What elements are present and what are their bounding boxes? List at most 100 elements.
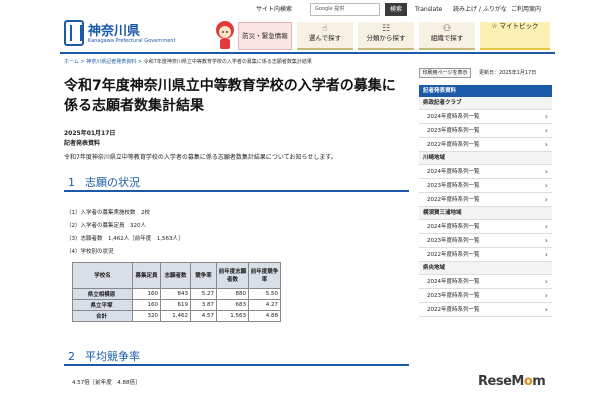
- sidebar: 記者発表資料 県政記者クラブ 2024年度時系列一覧 2023年度時系列一覧 2…: [419, 82, 552, 317]
- sidebar-link[interactable]: 2024年度時系列一覧: [419, 220, 552, 234]
- table-cell: 4.57: [190, 310, 217, 322]
- site-search-label: サイト内検索: [256, 6, 293, 13]
- table-cell: 4.88: [248, 310, 281, 322]
- section-heading-applications: 1 志願の状況: [64, 176, 409, 192]
- nav-label: 組織で探す: [430, 34, 464, 42]
- table-cell: 320: [132, 310, 161, 322]
- sidebar-link[interactable]: 2023年度時系列一覧: [419, 124, 552, 138]
- search-button[interactable]: 検索: [385, 3, 407, 16]
- section-title: 志願の状況: [85, 176, 140, 189]
- table-cell: 5.50: [248, 288, 281, 300]
- sidebar-link[interactable]: 2022年度時系列一覧: [419, 303, 552, 317]
- column-header: 前年度志願者数: [216, 262, 249, 289]
- watermark-o: o: [523, 374, 533, 389]
- sidebar-link[interactable]: 2023年度時系列一覧: [419, 179, 552, 193]
- print-page-button[interactable]: 印刷用ページを表示: [419, 68, 471, 78]
- sidebar-link[interactable]: 2022年度時系列一覧: [419, 138, 552, 152]
- nav-disaster-info[interactable]: 防災・緊急情報: [238, 22, 292, 50]
- howto-link[interactable]: ご利用案内: [511, 4, 541, 16]
- sidebar-link[interactable]: 2023年度時系列一覧: [419, 289, 552, 303]
- column-header: 競争率: [190, 262, 217, 289]
- prefecture-emblem-icon: [64, 20, 84, 46]
- table-cell: 683: [216, 299, 249, 311]
- sidebar-link[interactable]: 2022年度時系列一覧: [419, 193, 552, 207]
- nav-label: 防災・緊急情報: [242, 32, 288, 40]
- column-header: 募集定員: [132, 262, 161, 289]
- sidebar-link[interactable]: 2024年度時系列一覧: [419, 275, 552, 289]
- site-header: 神奈川県 Kanagawa Prefectural Government サイト…: [60, 0, 555, 52]
- table-row-total: 合計 320 1,462 4.57 1,563 4.88: [72, 310, 281, 322]
- logo-text: 神奈川県: [88, 24, 141, 39]
- article-category: 記者発表資料: [64, 140, 101, 147]
- table-cell: 5.27: [190, 288, 217, 300]
- table-cell: 160: [132, 299, 161, 311]
- category-tree-icon: ☷: [381, 24, 391, 34]
- table-cell: 4.27: [248, 299, 281, 311]
- publish-date: 2025年01月17日: [64, 130, 116, 137]
- nav-label: マイトピック: [499, 22, 539, 30]
- logo-subtext: Kanagawa Prefectural Government: [88, 38, 176, 44]
- breadcrumb-current: 令和7年度神奈川県立中等教育学校の入学者の募集に係る志願者数集計結果: [143, 59, 312, 65]
- resemom-watermark: ReseMom: [478, 374, 546, 389]
- list-item: （1）入学者の募集実施校数 2校: [66, 210, 150, 216]
- translate-link[interactable]: Translate: [415, 4, 442, 16]
- sidebar-group-title: 県政記者クラブ: [419, 97, 552, 110]
- search-input[interactable]: Google 提供: [310, 3, 380, 16]
- total-label: 合計: [72, 310, 133, 322]
- page: 神奈川県 Kanagawa Prefectural Government サイト…: [60, 0, 555, 400]
- sidebar-group-title: 県央地域: [419, 262, 552, 275]
- mascot-icon: [216, 21, 234, 49]
- section-heading-average: 2 平均競争率: [64, 350, 409, 366]
- breadcrumb: ホーム > 神奈川県記者発表資料 > 令和7年度神奈川県立中等教育学校の入学者の…: [64, 58, 312, 65]
- results-table: 学校名 募集定員 志願者数 競争率 前年度志願者数 前年度競争率 県立相模原 1…: [72, 262, 281, 322]
- nav-label: 分類から探す: [366, 34, 406, 42]
- nav-label: 選んで探す: [308, 34, 342, 42]
- sidebar-group-title: 川崎地域: [419, 152, 552, 165]
- nav-choose[interactable]: ☝ 選んで探す: [297, 22, 353, 50]
- table-cell: 3.87: [190, 299, 217, 311]
- breadcrumb-separator: >: [137, 59, 143, 65]
- table-cell: 843: [160, 288, 191, 300]
- school-name: 県立平塚: [72, 299, 133, 311]
- lead-text: 令和7年度神奈川県立中等教育学校の入学者の募集に係る志願者数集計結果についてお知…: [64, 154, 337, 161]
- table-cell: 160: [132, 288, 161, 300]
- header-divider: [60, 52, 555, 54]
- sidebar-heading: 記者発表資料: [419, 85, 552, 97]
- column-header: 志願者数: [160, 262, 191, 289]
- list-item: （4）学校別の状況: [66, 249, 114, 255]
- furigana-link[interactable]: 読み上げ / ふりがな: [453, 4, 507, 16]
- table-row: 県立相模原 160 843 5.27 880 5.50: [72, 288, 281, 300]
- hand-pointer-icon: ☝: [322, 24, 328, 34]
- breadcrumb-separator: >: [80, 59, 85, 65]
- average-competition-text: 4.57倍［前年度 4.88倍］: [72, 380, 141, 386]
- section-title: 平均競争率: [85, 350, 140, 363]
- sidebar-link[interactable]: 2022年度時系列一覧: [419, 248, 552, 262]
- site-logo[interactable]: 神奈川県 Kanagawa Prefectural Government: [64, 20, 194, 48]
- sidebar-group-title: 横須賀三浦地域: [419, 207, 552, 220]
- watermark-text-end: m: [532, 374, 546, 389]
- sidebar-link[interactable]: 2024年度時系列一覧: [419, 165, 552, 179]
- nav-category[interactable]: ☷ 分類から探す: [358, 22, 414, 50]
- updated-date: 更新日：2025年1月17日: [479, 70, 537, 76]
- table-cell: 1,462: [160, 310, 191, 322]
- org-chart-icon: ⚇: [442, 24, 452, 34]
- column-header: 学校名: [72, 262, 133, 289]
- table-cell: 619: [160, 299, 191, 311]
- table-header-row: 学校名 募集定員 志願者数 競争率 前年度志願者数 前年度競争率: [72, 262, 281, 289]
- table-row: 県立平塚 160 619 3.87 683 4.27: [72, 299, 281, 311]
- sidebar-link[interactable]: 2023年度時系列一覧: [419, 234, 552, 248]
- sidebar-link[interactable]: 2024年度時系列一覧: [419, 110, 552, 124]
- list-item: （3）志願者数 1,462人［前年度 1,563人］: [66, 236, 184, 242]
- list-item: （2）入学者の募集定員 320人: [66, 223, 146, 229]
- section-number: 2: [68, 350, 75, 363]
- nav-organization[interactable]: ⚇ 組織で探す: [419, 22, 475, 50]
- my-topic-icon: ☆: [491, 22, 498, 30]
- table-cell: 1,563: [216, 310, 249, 322]
- breadcrumb-parent[interactable]: 神奈川県記者発表資料: [86, 59, 136, 65]
- breadcrumb-home[interactable]: ホーム: [64, 59, 79, 65]
- page-title: 令和7年度神奈川県立中等教育学校の入学者の募集に係る志願者数集計結果: [64, 78, 396, 114]
- school-name: 県立相模原: [72, 288, 133, 300]
- nav-my-topic[interactable]: ☆ マイトピック: [480, 22, 550, 50]
- table-cell: 880: [216, 288, 249, 300]
- section-number: 1: [68, 176, 75, 189]
